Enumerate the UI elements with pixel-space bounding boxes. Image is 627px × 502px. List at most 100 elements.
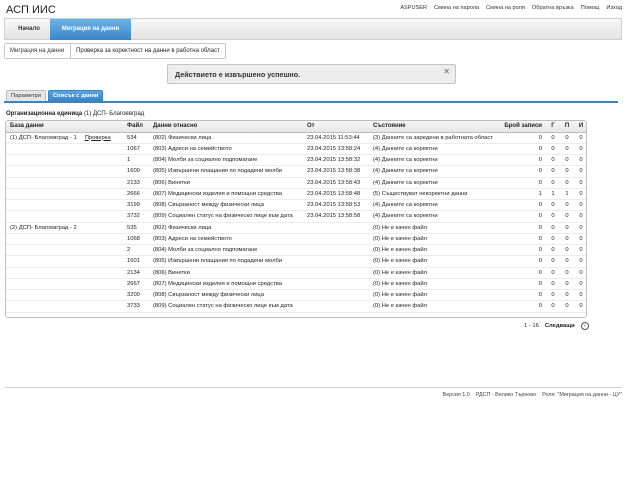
cell-i: 0 xyxy=(574,199,586,212)
data-table: База данни Файл Данни отнасно От Състоян… xyxy=(5,120,587,318)
cell-i: 0 xyxy=(574,233,586,246)
col-p[interactable]: П xyxy=(560,121,574,133)
cell-state: (0) Не е качен файл xyxy=(369,278,504,291)
nav-home[interactable]: Начало xyxy=(10,19,48,40)
cell-file: 534 xyxy=(123,132,149,144)
table-row[interactable]: (2) ДСП- Благоевград - 2 535 (802) Физичес… xyxy=(6,222,586,234)
breadcrumb-current: Проверка за коректност на данни в работн… xyxy=(76,48,220,54)
cell-g: 0 xyxy=(546,143,560,156)
cell-record-count: 0 xyxy=(504,177,546,189)
col-from[interactable]: От xyxy=(303,121,369,133)
tab-data-list[interactable]: Списък с данни xyxy=(47,90,104,101)
cell-database xyxy=(6,143,123,156)
table-row[interactable]: 2666 (807) Медицински изделия и помощни с… xyxy=(6,188,586,201)
cell-p: 0 xyxy=(560,199,574,212)
cell-g: 0 xyxy=(546,300,560,313)
feedback-link[interactable]: Обратна връзка xyxy=(532,5,574,11)
cell-from xyxy=(303,222,369,234)
table-row[interactable]: 1 (804) Молби за социално подпомагане 23.0… xyxy=(6,154,586,167)
cell-file: 2666 xyxy=(123,188,149,201)
cell-database xyxy=(6,177,123,189)
cell-database xyxy=(6,289,123,302)
cell-p: 0 xyxy=(560,154,574,167)
col-file[interactable]: Файл xyxy=(123,121,149,133)
table-row[interactable]: 1068 (803) Адреси на семейството (0) Не е … xyxy=(6,233,586,246)
check-link[interactable]: Проверка xyxy=(85,135,111,141)
user-link[interactable]: ASPUSER xyxy=(400,5,427,11)
col-database[interactable]: База данни xyxy=(6,121,123,133)
cell-record-count: 0 xyxy=(504,289,546,302)
cell-database xyxy=(6,199,123,212)
app-title: АСП ИИС xyxy=(6,4,56,16)
tab-parameters[interactable]: Параметри xyxy=(6,90,46,101)
cell-record-count: 0 xyxy=(504,199,546,212)
cell-state: (4) Данните са коректни xyxy=(369,154,504,167)
subtab-underline xyxy=(4,101,618,103)
col-g[interactable]: Г xyxy=(546,121,560,133)
subtabs: Параметри Списък с данни xyxy=(6,90,104,101)
cell-from xyxy=(303,255,369,268)
cell-file: 2 xyxy=(123,244,149,257)
col-i[interactable]: И xyxy=(574,121,586,133)
help-link[interactable]: Помощ xyxy=(581,5,600,11)
success-notice: Действието е извършено успешно. ✕ xyxy=(167,64,456,84)
cell-file: 1601 xyxy=(123,255,149,268)
cell-about: (803) Адреси на семейството xyxy=(149,143,303,156)
cell-p: 0 xyxy=(560,267,574,279)
table-row[interactable]: 1600 (805) Извършени плащания по подадени… xyxy=(6,165,586,178)
table-row[interactable]: 3733 (809) Социален статус на физическо л… xyxy=(6,300,586,313)
table-row[interactable]: 3200 (808) Свързаност между физически лиц… xyxy=(6,289,586,302)
logout-link[interactable]: Изход xyxy=(606,5,622,11)
close-icon[interactable]: ✕ xyxy=(443,67,450,76)
table-row[interactable]: 2133 (806) Винетки 23.04.2015 13:58:43 (4) … xyxy=(6,177,586,189)
cell-p: 1 xyxy=(560,188,574,201)
cell-about: (804) Молби за социално подпомагане xyxy=(149,154,303,167)
cell-i: 0 xyxy=(574,143,586,156)
cell-from: 23.04.2015 11:53:44 xyxy=(303,132,369,144)
cell-g: 0 xyxy=(546,244,560,257)
change-role-link[interactable]: Смяна на роля xyxy=(486,5,525,11)
change-password-link[interactable]: Смяна на парола xyxy=(434,5,479,11)
table-row[interactable]: 3199 (808) Свързаност между физически лиц… xyxy=(6,199,586,212)
chevron-right-icon[interactable]: › xyxy=(580,322,589,330)
cell-record-count: 0 xyxy=(504,300,546,313)
cell-p: 0 xyxy=(560,300,574,313)
table-row[interactable]: 3732 (809) Социален статус на физическо л… xyxy=(6,210,586,223)
breadcrumb-parent[interactable]: Миграция на данни xyxy=(5,44,72,58)
table-row[interactable]: (1) ДСП- Благоевград - 1 Проверка 534 (802)… xyxy=(6,132,586,144)
cell-file: 2134 xyxy=(123,267,149,279)
pager-range: 1 - 16 xyxy=(524,323,539,329)
org-unit-label: Организационна единица xyxy=(6,111,83,117)
next-page-button[interactable]: Следващи xyxy=(545,323,575,329)
nav-data-migration[interactable]: Миграция на данни xyxy=(50,19,131,40)
table-row[interactable]: 1067 (803) Адреси на семейството 23.04.201… xyxy=(6,143,586,156)
cell-state: (3) Данните са заредени в работната обла… xyxy=(369,132,504,144)
cell-g: 0 xyxy=(546,210,560,223)
col-record-count[interactable]: Брой записи xyxy=(504,121,546,133)
footer-org: РДСП - Велико Търново xyxy=(475,392,537,398)
col-state[interactable]: Състояние xyxy=(369,121,504,133)
cell-from xyxy=(303,267,369,279)
cell-from xyxy=(303,244,369,257)
cell-from xyxy=(303,233,369,246)
cell-record-count: 1 xyxy=(504,188,546,201)
notice-text: Действието е извършено успешно. xyxy=(175,70,301,79)
cell-g: 0 xyxy=(546,289,560,302)
table-row[interactable]: 1601 (805) Извършени плащания по подадени… xyxy=(6,255,586,268)
cell-record-count: 0 xyxy=(504,143,546,156)
cell-i: 0 xyxy=(574,222,586,234)
table-row[interactable]: 2667 (807) Медицински изделия и помощни с… xyxy=(6,278,586,291)
cell-i: 0 xyxy=(574,132,586,144)
cell-file: 3732 xyxy=(123,210,149,223)
cell-file: 2133 xyxy=(123,177,149,189)
cell-state: (0) Не е качен файл xyxy=(369,289,504,302)
cell-p: 0 xyxy=(560,165,574,178)
cell-file: 535 xyxy=(123,222,149,234)
cell-record-count: 0 xyxy=(504,255,546,268)
cell-state: (0) Не е качен файл xyxy=(369,233,504,246)
table-row[interactable]: 2134 (806) Винетки (0) Не е качен файл 0 0 0 0 xyxy=(6,267,586,279)
cell-from xyxy=(303,278,369,291)
table-row[interactable]: 2 (804) Молби за социално подпомагане (0) … xyxy=(6,244,586,257)
col-about[interactable]: Данни отнасно xyxy=(149,121,303,133)
cell-record-count: 0 xyxy=(504,132,546,144)
